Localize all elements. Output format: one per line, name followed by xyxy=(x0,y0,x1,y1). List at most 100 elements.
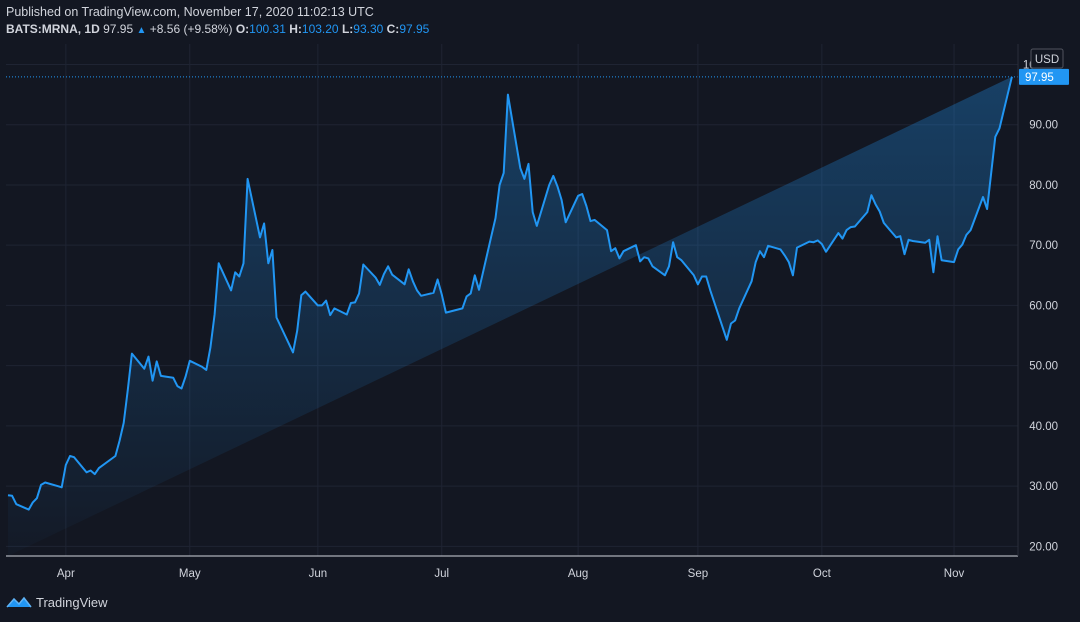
data-point xyxy=(878,210,881,213)
data-point xyxy=(548,183,551,186)
data-point xyxy=(874,203,877,206)
data-point xyxy=(238,275,241,278)
data-point xyxy=(754,261,757,264)
data-point xyxy=(465,295,468,298)
price-chart[interactable]: 20.00 30.00 40.00 50.00 60.00 70.00 80.00 90.00… xyxy=(0,0,1080,590)
data-point xyxy=(345,313,348,316)
data-point xyxy=(201,365,204,368)
data-point xyxy=(440,293,443,296)
data-point xyxy=(692,274,695,277)
data-point xyxy=(936,235,939,238)
data-point xyxy=(787,261,790,264)
data-point xyxy=(845,229,848,232)
data-point xyxy=(291,351,294,354)
last-price-tag-text: 97.95 xyxy=(1025,72,1054,84)
data-point xyxy=(267,262,270,265)
data-point xyxy=(729,322,732,325)
data-point xyxy=(581,192,584,195)
data-point xyxy=(605,229,608,232)
data-point xyxy=(535,224,538,227)
data-point xyxy=(411,280,414,283)
data-point xyxy=(382,273,385,276)
data-point xyxy=(436,278,439,281)
data-point xyxy=(882,221,885,224)
data-point xyxy=(940,259,943,262)
data-point xyxy=(275,316,278,319)
data-point xyxy=(498,183,501,186)
data-point xyxy=(122,421,125,424)
data-point xyxy=(643,256,646,259)
data-point xyxy=(147,355,150,358)
data-point xyxy=(734,319,737,322)
data-point xyxy=(151,379,154,382)
last-price-tag: 97.95 xyxy=(1019,68,1069,85)
data-point xyxy=(725,338,728,341)
data-point xyxy=(990,171,993,174)
data-point xyxy=(651,265,654,268)
footer-brand[interactable]: TradingView xyxy=(6,594,108,610)
data-point xyxy=(622,250,625,253)
currency-box[interactable]: USD xyxy=(1030,48,1064,69)
data-point xyxy=(932,271,935,274)
data-point xyxy=(143,367,146,370)
data-point xyxy=(387,265,390,268)
data-point xyxy=(952,261,955,264)
data-point xyxy=(39,483,42,486)
x-tick-label: Oct xyxy=(813,568,832,580)
data-point xyxy=(403,283,406,286)
data-point xyxy=(15,503,18,506)
x-tick-label: Aug xyxy=(568,568,588,580)
x-tick-label: Apr xyxy=(57,568,75,580)
data-point xyxy=(824,250,827,253)
data-point xyxy=(263,222,266,225)
data-point xyxy=(663,274,666,277)
data-point xyxy=(758,250,761,253)
x-tick-label: May xyxy=(179,568,201,580)
data-point xyxy=(126,388,129,391)
y-tick-label: 30.00 xyxy=(1029,481,1058,493)
data-point xyxy=(180,387,183,390)
data-point xyxy=(577,194,580,197)
data-point xyxy=(924,241,927,244)
data-point xyxy=(672,241,675,244)
x-axis-ticks: Apr May Jun Jul Aug Sep Oct Nov xyxy=(57,568,965,580)
data-point xyxy=(647,257,650,260)
data-point xyxy=(6,494,9,497)
data-point xyxy=(374,276,377,279)
data-point xyxy=(994,135,997,138)
data-point xyxy=(27,508,30,511)
data-point xyxy=(494,217,497,220)
data-point xyxy=(73,456,76,459)
data-point xyxy=(246,177,249,180)
data-point xyxy=(523,177,526,180)
data-point xyxy=(552,174,555,177)
data-point xyxy=(680,259,683,262)
data-point xyxy=(762,256,765,259)
data-point xyxy=(64,463,67,466)
data-point xyxy=(795,246,798,249)
data-point xyxy=(895,236,898,239)
data-point xyxy=(172,376,175,379)
data-point xyxy=(696,283,699,286)
data-point xyxy=(432,291,435,294)
data-point xyxy=(816,239,819,242)
price-area-fill xyxy=(8,76,1012,557)
data-point xyxy=(31,501,34,504)
data-point xyxy=(415,289,418,292)
data-point xyxy=(35,497,38,500)
y-tick-label: 80.00 xyxy=(1029,180,1058,192)
data-point xyxy=(618,257,621,260)
data-point xyxy=(89,469,92,472)
data-point xyxy=(560,198,563,201)
x-tick-label: Sep xyxy=(688,568,708,580)
data-point xyxy=(837,232,840,235)
data-point xyxy=(783,254,786,257)
data-point xyxy=(205,368,208,371)
data-point xyxy=(358,292,361,295)
data-point xyxy=(130,352,133,355)
data-point xyxy=(11,494,14,497)
data-point xyxy=(502,171,505,174)
data-point xyxy=(333,307,336,310)
data-point xyxy=(593,218,596,221)
x-tick-label: Jun xyxy=(309,568,328,580)
